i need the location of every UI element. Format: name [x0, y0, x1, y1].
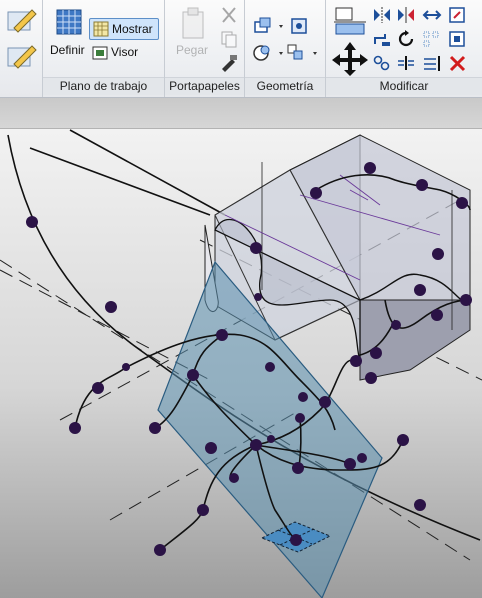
mirror-draw-icon[interactable] — [396, 6, 416, 24]
rotate-icon[interactable] — [396, 30, 416, 48]
show-workplane-button[interactable]: Mostrar — [89, 18, 159, 40]
copy-icon[interactable] — [219, 30, 239, 48]
split-face-icon[interactable] — [285, 42, 321, 64]
panel-geometry: Geometría — [245, 0, 326, 97]
viewer-button[interactable]: Visor — [89, 43, 159, 63]
cut-icon[interactable] — [219, 6, 239, 24]
panel-label-clipboard: Portapapeles — [165, 77, 244, 95]
viewer-label: Visor — [111, 45, 139, 59]
options-bar — [0, 98, 482, 129]
grid-workplane-icon — [56, 9, 82, 35]
void-geometry-icon[interactable] — [251, 42, 287, 64]
panel-clipboard: Pegar Portapapeles — [165, 0, 245, 97]
join-geometry-icon[interactable] — [251, 16, 287, 36]
scale-icon[interactable] — [448, 6, 468, 24]
move-icon[interactable] — [330, 40, 370, 76]
array-icon[interactable] — [422, 30, 442, 48]
pencil-icon — [7, 45, 37, 69]
show-label: Mostrar — [112, 22, 153, 36]
panel-partial — [0, 0, 43, 97]
match-type-icon[interactable] — [219, 54, 239, 72]
paste-label: Pegar — [176, 43, 209, 57]
panel-workplane: Definir Mostrar Visor Plano de trabajo — [43, 0, 165, 97]
ribbon: Definir Mostrar Visor Plano de trabajo P… — [0, 0, 482, 98]
pencil-icon — [7, 9, 37, 33]
define-workplane-button[interactable]: Definir — [47, 6, 87, 62]
align-icon[interactable] — [330, 4, 370, 38]
split-icon[interactable] — [396, 54, 416, 72]
panel-label-modify: Modificar — [326, 77, 482, 95]
show-workplane-icon — [93, 21, 109, 37]
cut-geometry-icon[interactable] — [289, 16, 311, 36]
offset-icon[interactable] — [422, 6, 442, 24]
define-label: Definir — [50, 43, 85, 57]
paste-button[interactable]: Pegar — [171, 6, 211, 62]
pin-icon[interactable] — [372, 54, 392, 72]
copy-elements-icon[interactable] — [372, 30, 392, 48]
panel-modify: Modificar — [326, 0, 482, 97]
load-family-button[interactable] — [2, 40, 38, 72]
delete-icon[interactable] — [448, 54, 468, 72]
mirror-icon[interactable] — [372, 6, 392, 24]
trim-icon[interactable] — [448, 30, 468, 48]
edit-family-button[interactable] — [2, 4, 38, 36]
panel-label-geometry: Geometría — [245, 77, 325, 95]
model-canvas[interactable] — [0, 129, 482, 598]
viewer-icon — [92, 46, 108, 60]
paste-icon — [182, 7, 204, 39]
panel-label-workplane: Plano de trabajo — [43, 77, 164, 95]
drawing-viewport[interactable] — [0, 129, 482, 598]
extend-icon[interactable] — [422, 54, 442, 72]
